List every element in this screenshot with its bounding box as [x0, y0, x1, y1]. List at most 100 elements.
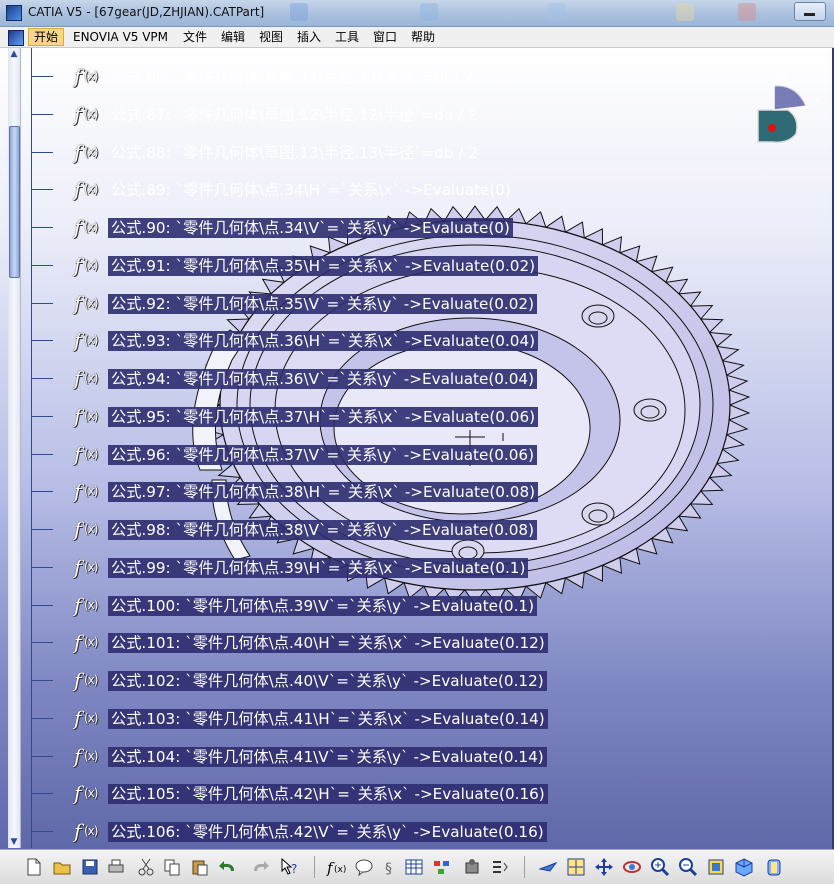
tree-branch-line — [31, 151, 53, 153]
menu-tools[interactable]: 工具 — [330, 29, 364, 45]
undo-icon[interactable] — [218, 857, 238, 877]
formula-fx-icon[interactable]: f (x) — [74, 819, 104, 843]
formula-fx-icon[interactable]: f (x) — [74, 140, 104, 164]
formula-fx-icon[interactable]: f (x) — [74, 442, 104, 466]
whats-this-icon[interactable]: ? — [280, 857, 300, 877]
formula-label[interactable]: 公式.98: `零件几何体\点.38\V`=`关系\y` ->Evaluate(… — [108, 520, 537, 540]
tree-branch-line — [31, 453, 53, 455]
tree-branch-line — [31, 680, 53, 681]
isometric-view-icon[interactable] — [734, 857, 754, 877]
formula-label[interactable]: 公式.96: `零件几何体\点.37\V`=`关系\y` ->Evaluate(… — [108, 444, 537, 465]
svg-text:§: § — [385, 861, 392, 877]
menu-help[interactable]: 帮助 — [406, 29, 440, 45]
normal-view-icon[interactable] — [706, 857, 726, 877]
zoom-out-icon[interactable] — [678, 857, 698, 877]
scroll-down-arrow-icon[interactable]: ▼ — [8, 836, 20, 848]
tree-branch-line — [31, 378, 53, 379]
tree-scrollbar[interactable]: ▲ ▼ — [8, 48, 21, 848]
measure-icon[interactable] — [462, 857, 482, 877]
ghost-app-icon — [548, 3, 566, 21]
compass-y-label: y — [781, 70, 789, 81]
standard-toolbar: ? f (x) § — [0, 849, 834, 884]
formula-fx-icon[interactable]: f (x) — [74, 177, 104, 201]
formula-label[interactable]: 公式.99: `零件几何体\点.39\H`=`关系\x` ->Evaluate(… — [108, 557, 529, 578]
shading-icon[interactable] — [764, 857, 784, 877]
formula-fx-icon[interactable]: f (x) — [74, 668, 104, 692]
formula-label[interactable]: 公式.106: `零件几何体\点.42\V`=`关系\y` ->Evaluate… — [108, 822, 547, 842]
formula-label[interactable]: 公式.95: `零件几何体\点.37\H`=`关系\x` ->Evaluate(… — [108, 406, 539, 427]
menu-insert[interactable]: 插入 — [292, 29, 326, 45]
formula-fx-icon[interactable]: f (x) — [74, 64, 104, 88]
formula-fx-icon[interactable]: f (x) — [74, 291, 104, 315]
formula-label[interactable]: 公式.88: `零件几何体\草图.13\半径.13\半径`=db / 2 — [108, 143, 481, 163]
compass-z-label: z — [775, 70, 782, 81]
ghost-app-icon — [290, 3, 308, 21]
formula-fx-icon[interactable]: f (x) — [74, 102, 104, 126]
tree-branch-line — [31, 566, 53, 568]
paste-icon[interactable] — [190, 857, 210, 877]
formula-label[interactable]: 公式.103: `零件几何体\点.41\H`=`关系\x` ->Evaluate… — [108, 708, 548, 729]
formula-label[interactable]: 公式.101: `零件几何体\点.40\H`=`关系\x` ->Evaluate… — [108, 633, 548, 654]
zoom-in-icon[interactable] — [650, 857, 670, 877]
menu-start[interactable]: 开始 — [28, 28, 65, 46]
formula-fx-icon[interactable]: f (x) — [74, 404, 104, 428]
minimize-icon — [804, 13, 815, 16]
formula-label[interactable]: 公式.102: `零件几何体\点.40\V`=`关系\y` ->Evaluate… — [108, 671, 547, 691]
knowledge-advisor-icon[interactable] — [354, 857, 374, 877]
rotate-icon[interactable] — [622, 857, 642, 877]
print-icon[interactable] — [106, 857, 126, 877]
formula-fx-icon[interactable]: f (x) — [74, 328, 104, 352]
formula-label[interactable]: 公式.92: `零件几何体\点.35\V`=`关系\y` ->Evaluate(… — [108, 293, 537, 314]
law-icon[interactable]: § — [380, 857, 400, 877]
formula-label[interactable]: 公式.93: `零件几何体\点.36\H`=`关系\x` ->Evaluate(… — [108, 331, 539, 352]
formula-icon[interactable]: f (x) — [326, 857, 346, 877]
formula-label[interactable]: 公式.90: `零件几何体\点.34\V`=`关系\y` ->Evaluate(… — [108, 218, 513, 238]
menu-window[interactable]: 窗口 — [368, 29, 402, 45]
redo-icon[interactable] — [250, 857, 270, 877]
formula-fx-icon[interactable]: f (x) — [74, 555, 104, 579]
formula-label[interactable]: 公式.86: `零件几何体\草图.11\半径.11\半径`=df / 2 — [108, 67, 477, 87]
formula-label[interactable]: 公式.87: `零件几何体\草图.12\半径.12\半径`=da / 2 — [108, 105, 481, 125]
new-document-icon[interactable] — [24, 857, 44, 877]
fit-all-icon[interactable] — [566, 857, 586, 877]
cut-icon[interactable] — [136, 857, 156, 877]
design-table-icon[interactable] — [404, 857, 424, 877]
ghost-app-icon — [676, 3, 694, 21]
formula-fx-icon[interactable]: f (x) — [74, 479, 104, 503]
formula-label[interactable]: 公式.104: `零件几何体\点.41\V`=`关系\y` ->Evaluate… — [108, 746, 547, 767]
open-folder-icon[interactable] — [52, 857, 72, 877]
formula-label[interactable]: 公式.105: `零件几何体\点.42\H`=`关系\x` ->Evaluate… — [108, 784, 548, 805]
formula-fx-icon[interactable]: f (x) — [74, 593, 104, 617]
formula-fx-icon[interactable]: f (x) — [74, 781, 104, 805]
formula-label[interactable]: 公式.89: `零件几何体\点.34\H`=`关系\x` ->Evaluate(… — [108, 180, 514, 200]
formula-label[interactable]: 公式.97: `零件几何体\点.38\H`=`关系\x` ->Evaluate(… — [108, 482, 539, 503]
formula-fx-icon[interactable]: f (x) — [74, 215, 104, 239]
tree-branch-line — [31, 189, 53, 191]
formula-fx-icon[interactable]: f (x) — [74, 630, 104, 654]
formula-label[interactable]: 公式.91: `零件几何体\点.35\H`=`关系\x` ->Evaluate(… — [108, 255, 539, 276]
menu-enovia[interactable]: ENOVIA V5 VPM — [68, 29, 173, 45]
scroll-up-arrow-icon[interactable]: ▲ — [8, 48, 20, 60]
copy-icon[interactable] — [162, 857, 182, 877]
scroll-thumb[interactable] — [9, 126, 20, 278]
compass-widget[interactable]: z y x — [748, 66, 828, 146]
reorder-icon[interactable] — [490, 857, 510, 877]
formula-fx-icon[interactable]: f (x) — [74, 706, 104, 730]
menu-view[interactable]: 视图 — [254, 29, 288, 45]
menu-file[interactable]: 文件 — [178, 29, 212, 45]
document-icon[interactable] — [8, 30, 24, 46]
formula-fx-icon[interactable]: f (x) — [74, 517, 104, 541]
minimize-button[interactable] — [794, 2, 826, 21]
formula-fx-icon[interactable]: f (x) — [74, 366, 104, 390]
catalog-icon[interactable] — [432, 857, 452, 877]
fly-mode-icon[interactable] — [538, 857, 558, 877]
formula-fx-icon[interactable]: f (x) — [74, 744, 104, 768]
tree-branch-line — [31, 113, 53, 115]
save-icon[interactable] — [80, 857, 100, 877]
formula-label[interactable]: 公式.100: `零件几何体\点.39\V`=`关系\y` ->Evaluate… — [108, 595, 537, 616]
formula-label[interactable]: 公式.94: `零件几何体\点.36\V`=`关系\y` ->Evaluate(… — [108, 369, 537, 389]
formula-fx-icon[interactable]: f (x) — [74, 253, 104, 277]
pan-icon[interactable] — [594, 857, 614, 877]
tree-branch-line — [31, 415, 53, 417]
menu-edit[interactable]: 编辑 — [216, 29, 250, 45]
